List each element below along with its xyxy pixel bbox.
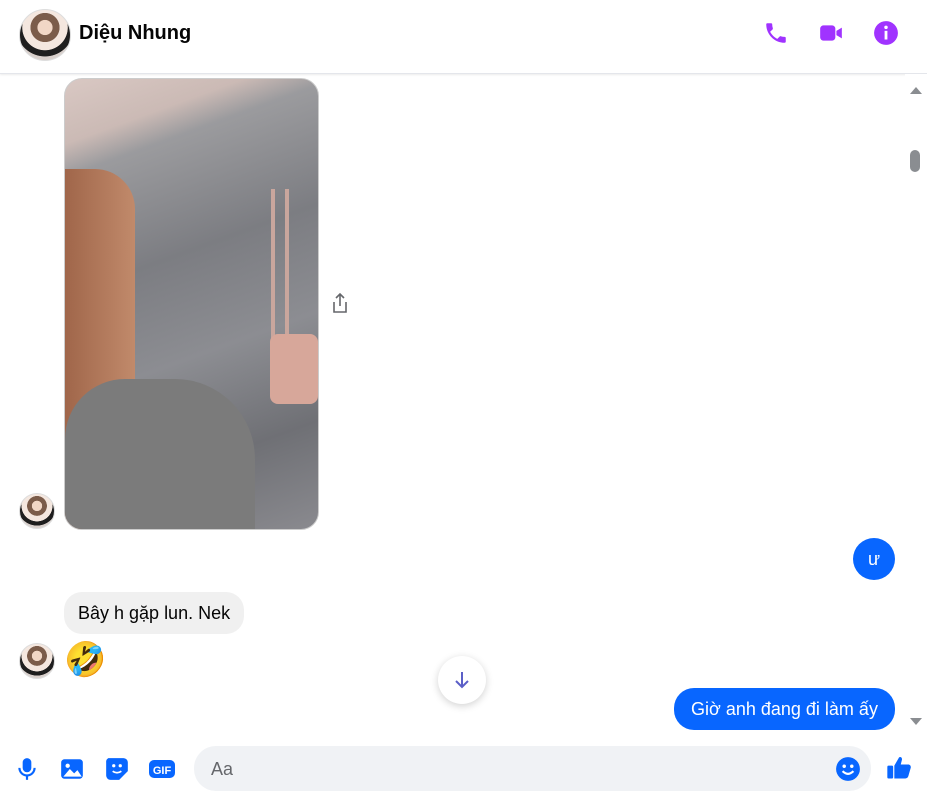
outgoing-message[interactable]: Giờ anh đang đi làm ấy bbox=[674, 688, 895, 730]
message-list[interactable]: ư Bây h gặp lun. Nek 🤣 Giờ anh đang đi l… bbox=[0, 74, 905, 734]
photo-bag-strap bbox=[271, 189, 289, 349]
microphone-icon[interactable] bbox=[14, 756, 40, 782]
message-input-container[interactable] bbox=[194, 746, 871, 793]
emoji-icon[interactable] bbox=[835, 756, 861, 782]
arrow-down-icon bbox=[455, 672, 469, 689]
sender-avatar[interactable] bbox=[19, 643, 55, 679]
message-photo[interactable] bbox=[64, 78, 319, 530]
incoming-message[interactable]: Bây h gặp lun. Nek bbox=[64, 592, 245, 634]
like-icon[interactable] bbox=[885, 754, 913, 780]
video-call-icon[interactable] bbox=[818, 20, 844, 46]
gif-icon[interactable]: GIF bbox=[148, 756, 176, 782]
svg-text:GIF: GIF bbox=[153, 765, 172, 777]
contact-avatar[interactable] bbox=[19, 9, 71, 61]
chat-header: Diệu Nhung bbox=[0, 0, 927, 74]
contact-name[interactable]: Diệu Nhung bbox=[79, 22, 191, 45]
scrollbar-thumb[interactable] bbox=[910, 150, 920, 172]
scroll-up-arrow-icon[interactable] bbox=[909, 82, 923, 94]
photo-sweater bbox=[65, 379, 255, 529]
info-icon[interactable] bbox=[873, 20, 899, 46]
outgoing-message[interactable]: ư bbox=[853, 538, 895, 580]
share-icon[interactable] bbox=[330, 292, 350, 314]
sticker-icon[interactable] bbox=[104, 756, 130, 782]
sender-avatar[interactable] bbox=[19, 493, 55, 529]
image-icon[interactable] bbox=[59, 756, 85, 782]
message-composer: GIF bbox=[0, 734, 927, 807]
photo-bag bbox=[270, 334, 318, 404]
scrollbar[interactable] bbox=[905, 74, 927, 734]
scroll-to-bottom-button[interactable] bbox=[438, 656, 486, 704]
message-input[interactable] bbox=[209, 746, 823, 793]
incoming-emoji-message[interactable]: 🤣 bbox=[64, 640, 106, 680]
scroll-down-arrow-icon[interactable] bbox=[909, 714, 923, 725]
phone-icon[interactable] bbox=[763, 20, 789, 46]
